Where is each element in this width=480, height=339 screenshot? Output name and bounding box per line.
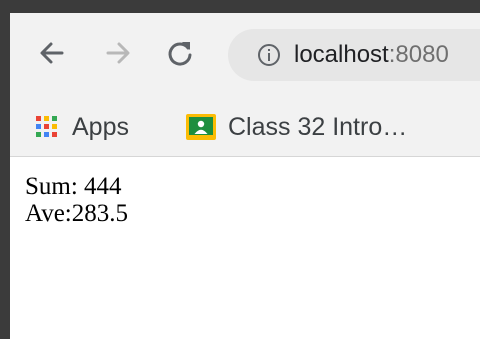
- forward-arrow-icon: [106, 42, 130, 64]
- bookmark-apps[interactable]: Apps: [34, 111, 129, 143]
- url-text[interactable]: localhost:8080: [294, 42, 449, 68]
- page-content: Sum: 444 Ave:283.5: [25, 173, 465, 227]
- google-classroom-icon: [186, 114, 216, 140]
- average-text: Ave:283.5: [25, 200, 128, 227]
- address-bar[interactable]: localhost:8080: [228, 29, 480, 81]
- reload-button[interactable]: [162, 35, 198, 71]
- bookmarks-bar: Apps Class 32 Intro…: [10, 99, 480, 155]
- site-info-button[interactable]: [256, 42, 282, 68]
- bookmark-class-32[interactable]: Class 32 Intro…: [186, 111, 407, 143]
- bookmark-apps-label: Apps: [72, 112, 129, 141]
- browser-toolbar: localhost:8080 Apps Class 32 Intro…: [10, 13, 480, 157]
- forward-button[interactable]: [100, 35, 136, 71]
- back-button[interactable]: [34, 35, 70, 71]
- reload-icon: [168, 42, 192, 66]
- bookmark-class-32-label: Class 32 Intro…: [228, 112, 408, 141]
- url-port: :8080: [388, 41, 449, 68]
- url-host: localhost: [294, 41, 389, 68]
- back-arrow-icon: [40, 42, 64, 64]
- apps-grid-icon: [36, 116, 57, 137]
- navigation-row: localhost:8080: [10, 13, 480, 99]
- window-top-frame: [0, 0, 480, 13]
- sum-text: Sum: 444: [25, 173, 122, 200]
- window-left-frame: [0, 13, 10, 339]
- info-icon: [258, 44, 280, 66]
